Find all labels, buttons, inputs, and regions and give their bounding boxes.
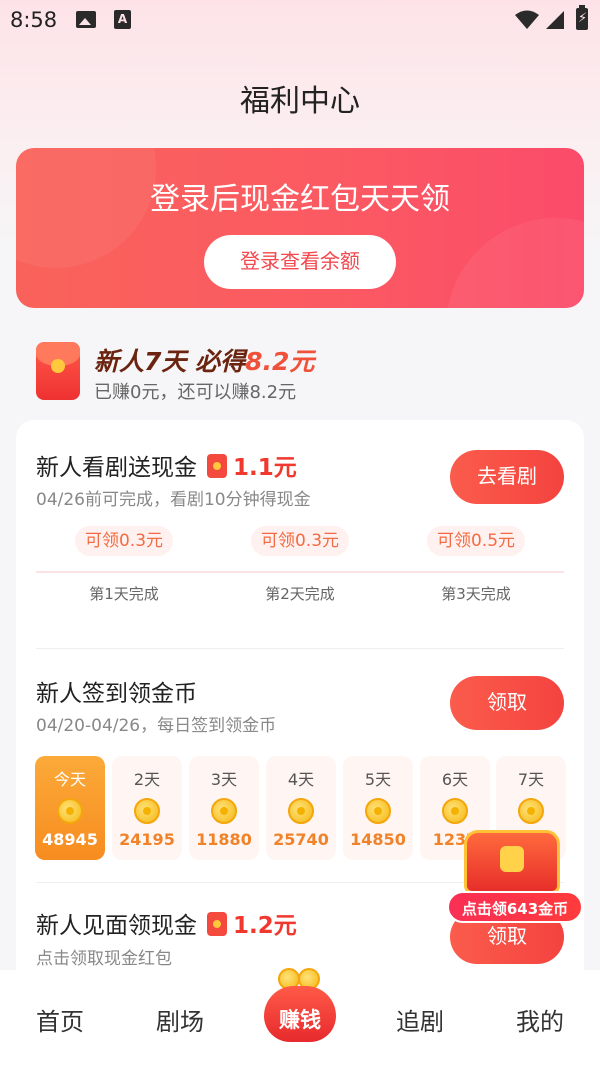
nav-mine[interactable]: 我的 bbox=[490, 1002, 590, 1037]
divider bbox=[36, 648, 564, 649]
charging-icon: ⚡ bbox=[578, 11, 588, 26]
checkin-day-tile[interactable]: 4天 25740 bbox=[266, 756, 336, 860]
watch-step: 可领0.3元 第1天完成 bbox=[36, 526, 212, 604]
newbie-title: 新人7天 必得8.2元 bbox=[94, 342, 314, 378]
red-packet-icon bbox=[207, 454, 227, 478]
meet-task-amount: 1.2元 bbox=[233, 913, 297, 939]
nav-theater[interactable]: 剧场 bbox=[130, 1002, 230, 1037]
checkin-task-subtitle: 04/20-04/26，每日签到领金币 bbox=[36, 716, 277, 736]
day-label: 今天 bbox=[53, 770, 86, 789]
watch-task-subtitle: 04/26前可完成，看剧10分钟得现金 bbox=[36, 490, 311, 510]
step-label: 第1天完成 bbox=[89, 585, 159, 603]
step-reward: 可领0.3元 bbox=[74, 526, 174, 556]
bottom-nav: 首页 剧场 赚钱 追剧 我的 bbox=[0, 968, 600, 1066]
watch-task-title-text: 新人看剧送现金 bbox=[36, 455, 197, 481]
signal-icon bbox=[546, 11, 564, 29]
checkin-day-tile[interactable]: 今天 48945 bbox=[35, 756, 105, 860]
nav-earn-label: 赚钱 bbox=[279, 1008, 321, 1032]
newbie-title-text: 新人7天 必得 bbox=[94, 347, 246, 376]
wifi-icon bbox=[515, 10, 539, 29]
day-label: 3天 bbox=[210, 770, 238, 789]
red-packet-icon bbox=[36, 342, 80, 400]
battery-icon: ⚡ bbox=[576, 5, 588, 30]
treasure-chest-icon[interactable] bbox=[460, 826, 566, 896]
step-label: 第2天完成 bbox=[265, 585, 335, 603]
checkin-task-title: 新人签到领金币 bbox=[36, 681, 197, 707]
coin-icon bbox=[134, 798, 160, 824]
watch-task-title: 新人看剧送现金 1.1元 bbox=[36, 448, 297, 482]
image-notification-icon bbox=[76, 11, 96, 28]
day-label: 7天 bbox=[517, 770, 545, 789]
coin-icon bbox=[365, 798, 391, 824]
page-title: 福利中心 bbox=[240, 84, 360, 119]
step-reward: 可领0.5元 bbox=[426, 526, 526, 556]
go-watch-button[interactable]: 去看剧 bbox=[450, 450, 564, 504]
checkin-day-tile[interactable]: 3天 11880 bbox=[189, 756, 259, 860]
chest-reward-badge[interactable]: 点击领643金币 bbox=[447, 891, 583, 923]
nav-home[interactable]: 首页 bbox=[10, 1002, 110, 1037]
red-packet-icon bbox=[207, 912, 227, 936]
chest-lock-icon bbox=[500, 846, 524, 872]
watch-step: 可领0.5元 第3天完成 bbox=[388, 526, 564, 604]
banner-title: 登录后现金红包天天领 bbox=[150, 182, 450, 217]
login-banner: 登录后现金红包天天领 登录查看余额 bbox=[16, 148, 584, 308]
checkin-day-tile[interactable]: 5天 14850 bbox=[343, 756, 413, 860]
day-label: 5天 bbox=[364, 770, 392, 789]
nav-earn[interactable]: 赚钱 bbox=[258, 964, 342, 1048]
nav-following[interactable]: 追剧 bbox=[370, 1002, 470, 1037]
day-value: 24195 bbox=[119, 830, 175, 849]
step-label: 第3天完成 bbox=[441, 585, 511, 603]
day-value: 14850 bbox=[350, 830, 406, 849]
meet-task-title: 新人见面领现金 1.2元 bbox=[36, 906, 297, 940]
coin-icon bbox=[442, 798, 468, 824]
coin-icon bbox=[518, 798, 544, 824]
step-reward: 可领0.3元 bbox=[250, 526, 350, 556]
coin-icon bbox=[288, 798, 314, 824]
day-label: 6天 bbox=[441, 770, 469, 789]
login-button[interactable]: 登录查看余额 bbox=[204, 235, 396, 289]
checkin-claim-button[interactable]: 领取 bbox=[450, 676, 564, 730]
checkin-day-tile[interactable]: 2天 24195 bbox=[112, 756, 182, 860]
newbie-title-amount: 8.2元 bbox=[245, 347, 315, 376]
day-value: 25740 bbox=[273, 830, 329, 849]
status-time: 8:58 bbox=[10, 8, 58, 32]
coin-icon bbox=[211, 798, 237, 824]
day-label: 2天 bbox=[133, 770, 161, 789]
meet-task-title-text: 新人见面领现金 bbox=[36, 913, 197, 939]
watch-step: 可领0.3元 第2天完成 bbox=[212, 526, 388, 604]
meet-task-subtitle: 点击领取现金红包 bbox=[36, 949, 172, 969]
day-value: 11880 bbox=[196, 830, 252, 849]
day-label: 4天 bbox=[287, 770, 315, 789]
banner-decoration bbox=[446, 218, 584, 308]
newbie-subtitle: 已赚0元，还可以赚8.2元 bbox=[94, 382, 297, 403]
coin-icon bbox=[57, 798, 83, 824]
day-value: 48945 bbox=[42, 830, 98, 849]
a-notification-icon: A bbox=[114, 10, 131, 29]
status-bar: 8:58 A ⚡ bbox=[0, 0, 600, 40]
watch-task-amount: 1.1元 bbox=[233, 455, 297, 481]
